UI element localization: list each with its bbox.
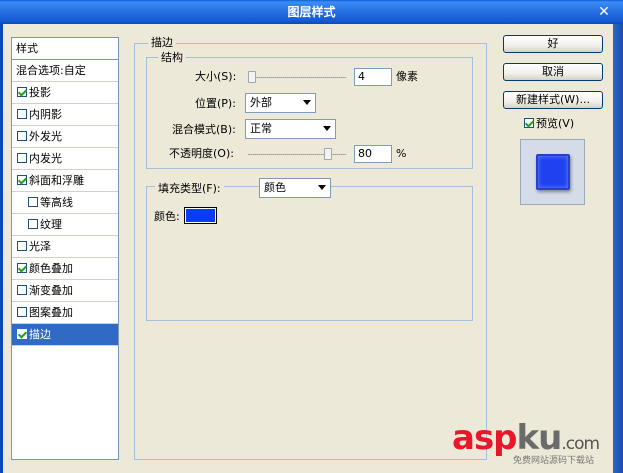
blend-mode-label: 混合模式(B): [172, 123, 236, 136]
style-item[interactable]: 内发光 [12, 148, 118, 170]
style-item[interactable]: 图案叠加 [12, 302, 118, 324]
opacity-unit: % [396, 147, 407, 160]
style-item-label: 内发光 [29, 152, 62, 165]
new-style-button[interactable]: 新建样式(W)... [503, 91, 603, 109]
style-item-checkbox[interactable] [17, 87, 27, 97]
size-unit: 像素 [396, 70, 418, 83]
style-item[interactable]: 纹理 [12, 214, 118, 236]
blend-mode-value: 正常 [250, 122, 272, 135]
style-item[interactable]: 渐变叠加 [12, 280, 118, 302]
style-item-checkbox[interactable] [28, 197, 38, 207]
fill-type-label: 填充类型(F): [155, 182, 224, 196]
style-item-label: 渐变叠加 [29, 284, 73, 297]
preview-square [536, 154, 570, 190]
style-item-checkbox[interactable] [17, 329, 27, 339]
style-item-checkbox[interactable] [17, 285, 27, 295]
ok-button[interactable]: 好 [503, 35, 603, 53]
style-item[interactable]: 投影 [12, 82, 118, 104]
style-item-checkbox[interactable] [28, 219, 38, 229]
style-item[interactable]: 光泽 [12, 236, 118, 258]
chevron-down-icon [323, 126, 331, 131]
watermark-asp: asp [452, 418, 518, 458]
background-strip [613, 24, 623, 473]
stroke-group-title: 描边 [148, 36, 176, 49]
structure-group-title: 结构 [158, 51, 186, 64]
style-item-label: 外发光 [29, 130, 62, 143]
style-item[interactable]: 描边 [12, 324, 118, 346]
fill-type-select[interactable]: 颜色 [259, 178, 331, 198]
blend-mode-select[interactable]: 正常 [245, 119, 336, 139]
size-label: 大小(S): [195, 70, 237, 83]
preview-thumbnail [520, 139, 585, 205]
style-list-header[interactable]: 样式 [12, 38, 118, 60]
style-item-checkbox[interactable] [17, 131, 27, 141]
color-label: 颜色: [154, 210, 180, 223]
close-icon[interactable]: ✕ [595, 3, 613, 21]
position-select[interactable]: 外部 [245, 93, 316, 113]
cancel-button[interactable]: 取消 [503, 63, 603, 81]
style-item-label: 纹理 [40, 218, 62, 231]
style-item-checkbox[interactable] [17, 175, 27, 185]
style-item-checkbox[interactable] [17, 153, 27, 163]
opacity-slider-thumb[interactable] [324, 148, 332, 160]
style-item[interactable]: 斜面和浮雕 [12, 170, 118, 192]
position-label: 位置(P): [195, 97, 236, 110]
style-item-checkbox[interactable] [17, 307, 27, 317]
style-item-label: 图案叠加 [29, 306, 73, 319]
style-list: 样式 混合选项:自定 投影内阴影外发光内发光斜面和浮雕等高线纹理光泽颜色叠加渐变… [11, 37, 119, 460]
style-item-label: 光泽 [29, 240, 51, 253]
blend-options-item[interactable]: 混合选项:自定 [12, 60, 118, 82]
style-item-checkbox[interactable] [17, 109, 27, 119]
style-item-label: 等高线 [40, 196, 73, 209]
preview-checkbox-row[interactable]: 预览(V) [524, 117, 574, 131]
window-title: 图层样式 [287, 5, 336, 19]
watermark-ku: ku [516, 418, 563, 458]
opacity-input[interactable]: 80 [354, 145, 392, 163]
style-item[interactable]: 内阴影 [12, 104, 118, 126]
fill-type-value: 颜色 [264, 181, 286, 194]
chevron-down-icon [303, 100, 311, 105]
chevron-down-icon [318, 185, 326, 190]
preview-checkbox[interactable] [524, 118, 534, 128]
opacity-label: 不透明度(O): [169, 147, 234, 160]
size-slider-track[interactable] [248, 77, 346, 78]
size-slider-thumb[interactable] [248, 71, 256, 83]
style-item-checkbox[interactable] [17, 241, 27, 251]
watermark-com: .com [561, 434, 600, 454]
style-item-label: 斜面和浮雕 [29, 174, 84, 187]
style-item-label: 描边 [29, 328, 51, 341]
watermark-subtitle: 免费网站源码下载站 [513, 456, 595, 466]
style-item[interactable]: 等高线 [12, 192, 118, 214]
position-value: 外部 [250, 96, 272, 109]
style-item-label: 颜色叠加 [29, 262, 73, 275]
style-item-label: 内阴影 [29, 108, 62, 121]
preview-label: 预览(V) [536, 117, 575, 130]
title-bar: 图层样式 ✕ [0, 0, 623, 24]
size-input[interactable]: 4 [354, 68, 392, 86]
style-item[interactable]: 外发光 [12, 126, 118, 148]
color-swatch[interactable] [184, 207, 217, 224]
style-item[interactable]: 颜色叠加 [12, 258, 118, 280]
style-item-checkbox[interactable] [17, 263, 27, 273]
style-item-label: 投影 [29, 86, 51, 99]
